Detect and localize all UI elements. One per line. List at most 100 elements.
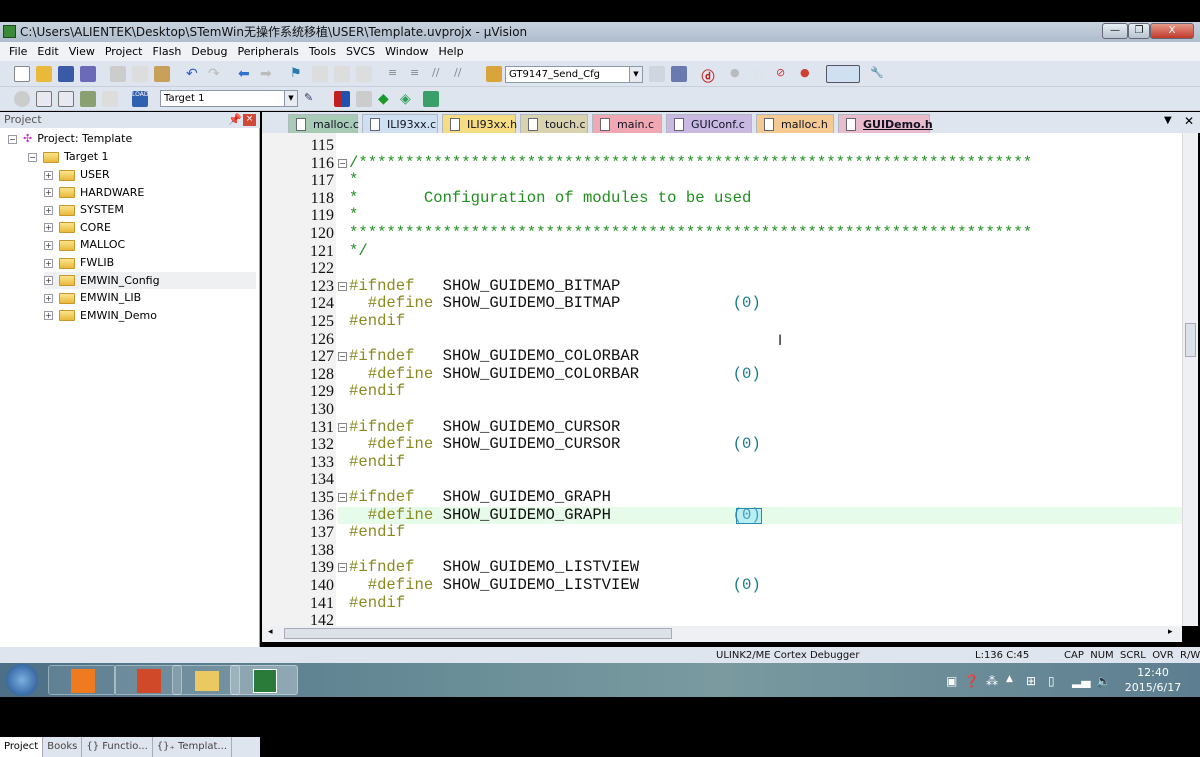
chevron-down-icon[interactable]: ▼ — [284, 91, 297, 106]
start-button[interactable] — [6, 664, 38, 696]
code-line[interactable]: #endif — [349, 594, 405, 613]
expand-icon[interactable]: + — [44, 293, 53, 303]
scroll-left-icon[interactable]: ◂ — [268, 627, 273, 637]
file-tab[interactable]: GUIDemo.h — [838, 114, 933, 133]
tree-group[interactable]: + HARDWARE — [44, 184, 144, 201]
code-line[interactable]: ****************************************… — [349, 224, 1032, 243]
code-line[interactable]: #define SHOW_GUIDEMO_LISTVIEW (0) — [349, 576, 761, 595]
indent-icon[interactable]: ≡ — [388, 66, 404, 82]
file-tab[interactable]: malloc.h — [756, 114, 834, 133]
find-combo[interactable]: GT9147_Send_Cfg ▼ — [505, 66, 643, 83]
clock[interactable]: 12:40 2015/6/17 — [1118, 665, 1188, 695]
vertical-scrollbar[interactable] — [1182, 133, 1198, 626]
code-line[interactable]: #ifndef SHOW_GUIDEMO_BITMAP — [349, 277, 620, 296]
code-line[interactable]: * — [349, 207, 358, 225]
stop-build-icon[interactable] — [102, 91, 118, 107]
fold-toggle-icon[interactable]: − — [338, 493, 347, 502]
scroll-right-icon[interactable]: ▸ — [1168, 627, 1173, 637]
fold-toggle-icon[interactable]: − — [338, 352, 347, 362]
project-items-icon[interactable] — [356, 91, 372, 107]
incremental-find-icon[interactable] — [671, 66, 687, 82]
undo-icon[interactable]: ↶ — [186, 66, 202, 82]
code-line[interactable]: #ifndef SHOW_GUIDEMO_LISTVIEW — [349, 559, 639, 577]
pin-icon[interactable]: 📌 — [228, 112, 242, 128]
tray-volume-icon[interactable]: 🔈 — [1096, 674, 1111, 688]
bookmark-icon[interactable]: ⚑ — [290, 66, 306, 82]
tray-device-icon[interactable]: ▯ — [1048, 674, 1055, 688]
menu-debug[interactable]: Debug — [186, 45, 232, 58]
menu-view[interactable]: View — [64, 45, 100, 58]
panel-tab[interactable]: {} Functio... — [82, 737, 153, 757]
expand-icon[interactable]: + — [44, 205, 53, 215]
tree-group[interactable]: + FWLIB — [44, 254, 114, 271]
file-tab[interactable]: main.c — [592, 114, 662, 133]
code-line[interactable]: #ifndef SHOW_GUIDEMO_GRAPH — [349, 488, 611, 507]
horizontal-scrollbar[interactable]: ◂ ▸ — [262, 626, 1182, 642]
disable-all-breakpoints-icon[interactable]: ⊘ — [776, 66, 792, 82]
tray-help-icon[interactable]: ❓ — [964, 674, 979, 688]
download-load-icon[interactable]: LOAD — [132, 91, 148, 107]
menu-peripherals[interactable]: Peripherals — [233, 45, 304, 58]
file-tab[interactable]: touch.c — [520, 114, 588, 133]
tree-group[interactable]: + EMWIN_LIB — [44, 289, 141, 306]
fold-toggle-icon[interactable]: − — [338, 563, 347, 573]
expand-icon[interactable]: + — [44, 223, 53, 233]
code-line[interactable]: #ifndef SHOW_GUIDEMO_COLORBAR — [349, 347, 639, 366]
code-line[interactable]: */ — [349, 242, 368, 261]
expand-icon[interactable]: + — [44, 276, 53, 286]
comment-icon[interactable]: // — [432, 66, 448, 82]
menu-edit[interactable]: Edit — [32, 45, 63, 58]
menu-window[interactable]: Window — [380, 45, 433, 58]
code-line[interactable]: #endif — [349, 453, 405, 472]
menu-svcs[interactable]: SVCS — [341, 45, 380, 58]
tree-group[interactable]: + EMWIN_Demo — [44, 307, 157, 324]
menu-file[interactable]: File — [4, 45, 32, 58]
debug-session-icon[interactable]: ⓓ — [700, 66, 716, 85]
prev-bookmark-icon[interactable] — [312, 66, 328, 82]
tree-group[interactable]: + EMWIN_Config — [44, 271, 256, 289]
menu-help[interactable]: Help — [434, 45, 469, 58]
batch-build-icon[interactable] — [80, 91, 96, 107]
expand-icon[interactable]: + — [44, 170, 53, 180]
close-panel-icon[interactable]: × — [243, 114, 256, 126]
code-line[interactable]: #endif — [349, 312, 405, 331]
code-editor[interactable]: 115 116 117 118 119 120 121 122 123 124 125 126 127 1… — [262, 133, 1182, 626]
uncomment-icon[interactable]: // — [454, 66, 470, 82]
build-icon[interactable] — [36, 91, 52, 107]
navigate-back-icon[interactable]: ⬅ — [238, 66, 254, 82]
select-software-packs-icon[interactable]: ◆ — [378, 91, 394, 107]
code-line[interactable]: #define SHOW_GUIDEMO_BITMAP (0) — [349, 295, 761, 313]
tree-root[interactable]: − ✣ Project: Template — [8, 130, 132, 147]
tree-group[interactable]: + CORE — [44, 219, 111, 236]
next-bookmark-icon[interactable] — [334, 66, 350, 82]
panel-tab[interactable]: Books — [43, 737, 83, 757]
tray-signal-icon[interactable]: ▂▄ — [1072, 674, 1090, 688]
code-line[interactable]: * Configuration of modules to be used — [349, 189, 751, 208]
chevron-down-icon[interactable]: ▼ — [629, 67, 642, 82]
copy-icon[interactable] — [132, 66, 148, 82]
tray-input-icon[interactable]: ⁂ — [986, 674, 998, 688]
taskbar-keil-uvision[interactable] — [230, 665, 298, 695]
tree-target[interactable]: − Target 1 — [28, 148, 109, 165]
panel-tab[interactable]: {}₊ Templat... — [153, 737, 232, 757]
collapse-icon[interactable]: − — [28, 152, 37, 162]
clear-bookmarks-icon[interactable] — [356, 66, 372, 82]
code-line[interactable]: * — [349, 171, 358, 190]
manage-components-icon[interactable] — [334, 91, 350, 107]
configure-icon[interactable]: 🔧 — [870, 66, 886, 82]
fold-toggle-icon[interactable]: − — [338, 158, 347, 168]
target-select[interactable]: Target 1 ▼ — [160, 90, 298, 107]
code-line[interactable]: #define SHOW_GUIDEMO_GRAPH (0) — [349, 506, 761, 525]
tree-group[interactable]: + MALLOC — [44, 236, 125, 253]
pack-installer-icon[interactable]: ◈ — [400, 91, 416, 107]
vertical-scroll-thumb[interactable] — [1185, 323, 1196, 357]
tree-group[interactable]: + SYSTEM — [44, 201, 124, 218]
unindent-icon[interactable]: ≡ — [410, 66, 426, 82]
horizontal-scroll-thumb[interactable] — [284, 628, 672, 639]
window-layout-dropdown[interactable] — [826, 65, 860, 83]
disable-breakpoint-icon[interactable]: ○ — [754, 66, 770, 82]
file-tab[interactable]: ILI93xx.c — [362, 114, 438, 133]
file-tab[interactable]: malloc.c — [288, 114, 359, 133]
minimize-button[interactable]: — — [1102, 23, 1128, 39]
show-hidden-icons[interactable]: ▲ — [1006, 674, 1013, 684]
